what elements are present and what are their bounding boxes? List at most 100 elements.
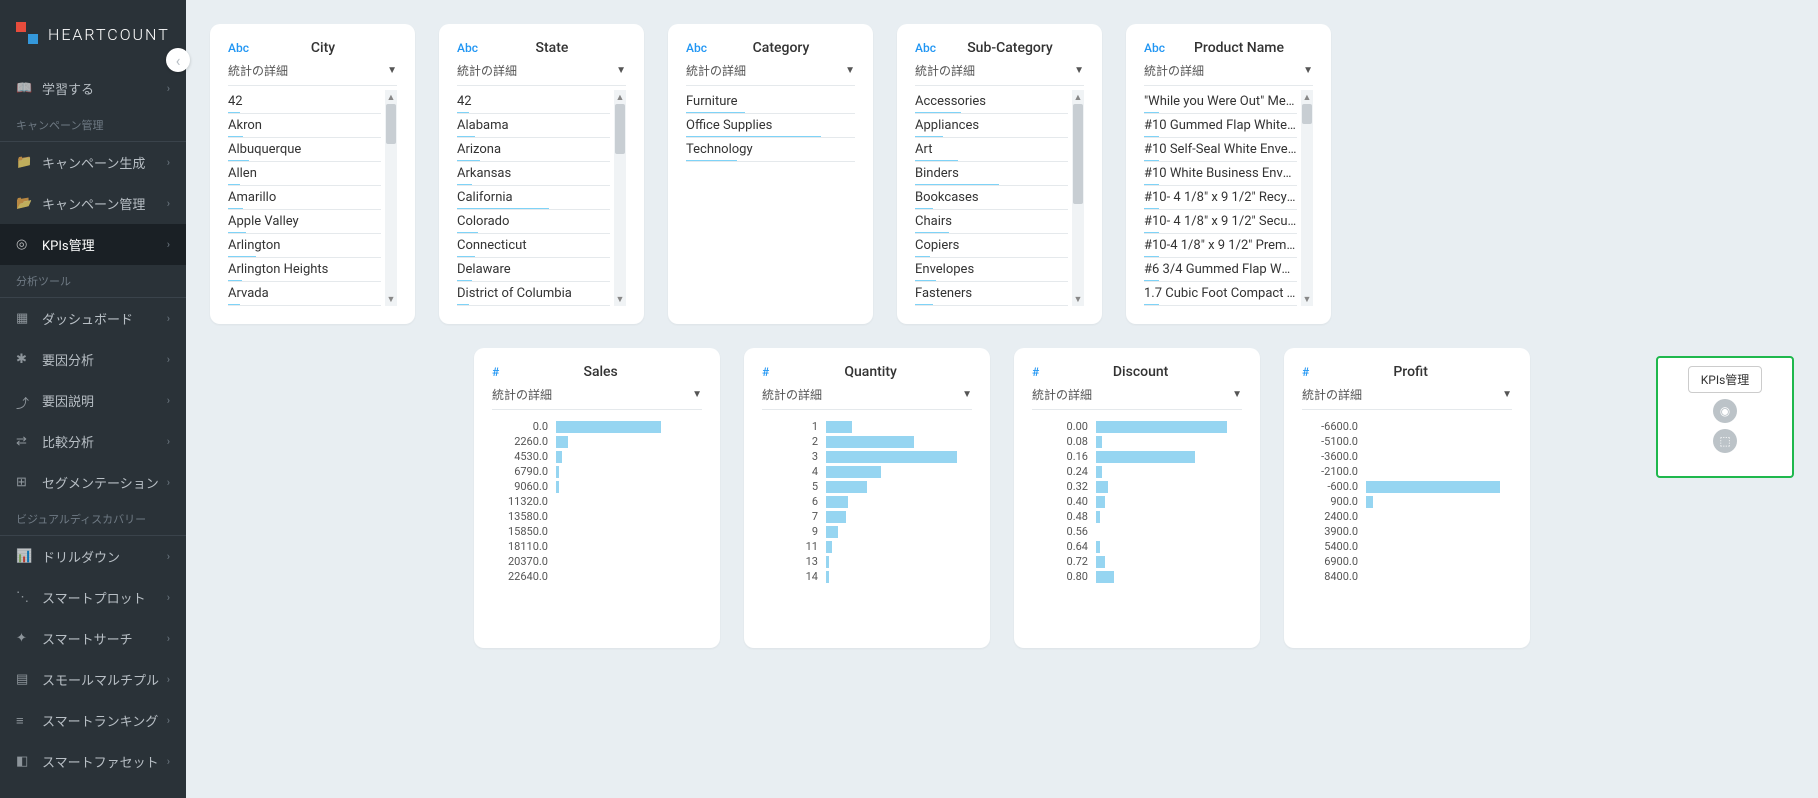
list-item[interactable]: 1.7 Cubic Foot Compact "… <box>1144 282 1297 306</box>
sidebar-item-smartfacet[interactable]: ◧スマートファセット› <box>0 741 186 782</box>
scroll-up-icon[interactable]: ▲ <box>614 90 626 104</box>
list-item[interactable]: Delaware <box>457 258 610 282</box>
stats-dropdown[interactable]: 統計の詳細▼ <box>762 386 972 410</box>
list-item[interactable]: Connecticut <box>457 234 610 258</box>
bar-track <box>1096 421 1242 433</box>
sidebar-item-compare[interactable]: ⇄比較分析› <box>0 421 186 462</box>
stats-dropdown[interactable]: 統計の詳細▼ <box>1302 386 1512 410</box>
list-item[interactable]: Copiers <box>915 234 1068 258</box>
list-item[interactable]: District of Columbia <box>457 282 610 306</box>
nav-label: 要因分析 <box>42 350 94 369</box>
sidebar-item-kpi[interactable]: ◎KPIs管理› <box>0 224 186 265</box>
chevron-down-icon: ▼ <box>692 389 702 400</box>
list-item[interactable]: Apple Valley <box>228 210 381 234</box>
list-item[interactable]: Envelopes <box>915 258 1068 282</box>
list-item[interactable]: Arizona <box>457 138 610 162</box>
list-item[interactable]: "While you Were Out" Mes… <box>1144 90 1297 114</box>
list-item[interactable]: California <box>457 186 610 210</box>
stats-dropdown[interactable]: 統計の詳細▼ <box>915 62 1084 86</box>
bar <box>826 451 957 463</box>
scrollbar[interactable]: ▲▼ <box>385 90 397 306</box>
sidebar-collapse-button[interactable]: ‹ <box>166 48 190 72</box>
chart-action-icon[interactable]: ⬚ <box>1713 429 1737 453</box>
scrollbar[interactable]: ▲▼ <box>1072 90 1084 306</box>
scroll-thumb[interactable] <box>1073 104 1083 204</box>
sidebar-item-explain[interactable]: ⤴要因説明› <box>0 380 186 421</box>
list-item[interactable]: Amarillo <box>228 186 381 210</box>
list-item[interactable]: Binders <box>915 162 1068 186</box>
list-item[interactable]: Appliances <box>915 114 1068 138</box>
scroll-down-icon[interactable]: ▼ <box>1072 292 1084 306</box>
stats-dropdown[interactable]: 統計の詳細▼ <box>228 62 397 86</box>
bin-label: -600.0 <box>1302 480 1358 493</box>
bin-label: 0.64 <box>1032 540 1088 553</box>
list-item[interactable]: Colorado <box>457 210 610 234</box>
sidebar-item-dashboard[interactable]: ▦ダッシュボード› <box>0 298 186 339</box>
scroll-up-icon[interactable]: ▲ <box>1301 90 1313 104</box>
network-icon: ✱ <box>16 352 32 368</box>
sidebar-item-smartsearch[interactable]: ✦スマートサーチ› <box>0 618 186 659</box>
list-item[interactable]: Arvada <box>228 282 381 306</box>
bar-track <box>1096 436 1242 448</box>
bin-label: 0.16 <box>1032 450 1088 463</box>
card-header: AbcCategory <box>686 40 855 56</box>
scroll-thumb[interactable] <box>386 104 396 144</box>
gauge-icon[interactable]: ◉ <box>1713 399 1737 423</box>
list-item[interactable]: Furniture <box>686 90 855 114</box>
scroll-thumb[interactable] <box>1302 104 1312 124</box>
list-item[interactable]: #10 Gummed Flap White E… <box>1144 114 1297 138</box>
list-item[interactable]: 42 <box>228 90 381 114</box>
list-item[interactable]: #10- 4 1/8" x 9 1/2" Recycl… <box>1144 186 1297 210</box>
list-item[interactable]: Arlington Heights <box>228 258 381 282</box>
stats-dropdown[interactable]: 統計の詳細▼ <box>1032 386 1242 410</box>
list-item[interactable]: Fasteners <box>915 282 1068 306</box>
list-item[interactable]: 42 <box>457 90 610 114</box>
brand-name: HEARTCOUNT <box>48 25 170 44</box>
sidebar-item-segment[interactable]: ⊞セグメンテーション› <box>0 462 186 503</box>
list-item[interactable]: Albuquerque <box>228 138 381 162</box>
scrollbar[interactable]: ▲▼ <box>614 90 626 306</box>
stats-dropdown[interactable]: 統計の詳細▼ <box>492 386 702 410</box>
sidebar-item-learn[interactable]: 📖学習する› <box>0 68 186 109</box>
stats-dropdown[interactable]: 統計の詳細▼ <box>1144 62 1313 86</box>
sidebar-item-smallmultiple[interactable]: ▤スモールマルチプル› <box>0 659 186 700</box>
scroll-down-icon[interactable]: ▼ <box>1301 292 1313 306</box>
sidebar-item-smartplot[interactable]: ⋱スマートプロット› <box>0 577 186 618</box>
bar-track <box>1096 556 1242 568</box>
sidebar-item-drilldown[interactable]: 📊ドリルダウン› <box>0 536 186 577</box>
chevron-right-icon: › <box>167 156 170 169</box>
scroll-up-icon[interactable]: ▲ <box>385 90 397 104</box>
bar-track <box>826 481 972 493</box>
list-item[interactable]: Accessories <box>915 90 1068 114</box>
sidebar-item-campaign-manage[interactable]: 📂キャンペーン管理› <box>0 183 186 224</box>
stats-dropdown[interactable]: 統計の詳細▼ <box>686 62 855 86</box>
stats-dropdown[interactable]: 統計の詳細▼ <box>457 62 626 86</box>
list-item[interactable]: Arkansas <box>457 162 610 186</box>
list-item[interactable]: #10-4 1/8" x 9 1/2" Premiu… <box>1144 234 1297 258</box>
kpi-manage-button[interactable]: KPIs管理 <box>1688 366 1763 393</box>
list-item[interactable]: Chairs <box>915 210 1068 234</box>
list-item[interactable]: #10 Self-Seal White Envelo… <box>1144 138 1297 162</box>
list-item[interactable]: Allen <box>228 162 381 186</box>
list-item[interactable]: Akron <box>228 114 381 138</box>
histogram-row: -3600.0 <box>1302 450 1512 463</box>
list-item[interactable]: Office Supplies <box>686 114 855 138</box>
scroll-up-icon[interactable]: ▲ <box>1072 90 1084 104</box>
list-item[interactable]: Arlington <box>228 234 381 258</box>
list-item[interactable]: #6 3/4 Gummed Flap Whit… <box>1144 258 1297 282</box>
scroll-down-icon[interactable]: ▼ <box>614 292 626 306</box>
list-item[interactable]: Alabama <box>457 114 610 138</box>
list-item[interactable]: Bookcases <box>915 186 1068 210</box>
card-title: Product Name <box>1165 40 1313 56</box>
list-item[interactable]: Art <box>915 138 1068 162</box>
sidebar-item-factor[interactable]: ✱要因分析› <box>0 339 186 380</box>
sidebar-item-campaign-create[interactable]: 📁キャンペーン生成› <box>0 142 186 183</box>
list-item[interactable]: #10- 4 1/8" x 9 1/2" Securit… <box>1144 210 1297 234</box>
bar <box>826 421 852 433</box>
sidebar-item-smartranking[interactable]: ≡スマートランキング› <box>0 700 186 741</box>
scrollbar[interactable]: ▲▼ <box>1301 90 1313 306</box>
scroll-thumb[interactable] <box>615 104 625 154</box>
list-item[interactable]: Technology <box>686 138 855 162</box>
scroll-down-icon[interactable]: ▼ <box>385 292 397 306</box>
list-item[interactable]: #10 White Business Envel… <box>1144 162 1297 186</box>
